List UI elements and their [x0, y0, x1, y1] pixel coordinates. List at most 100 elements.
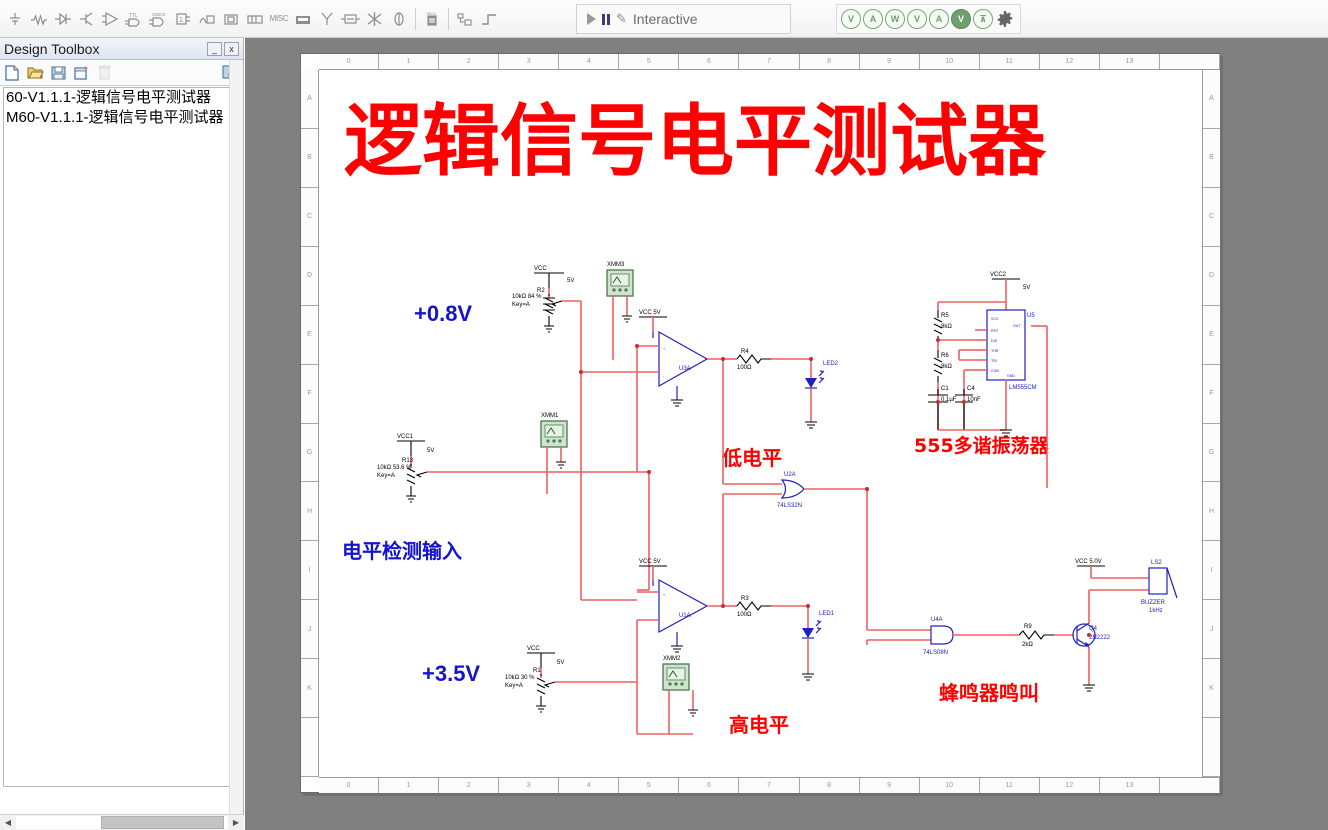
- save-icon[interactable]: [50, 64, 67, 81]
- pin-gnd: GND: [1007, 374, 1015, 378]
- ruler-h-cell-10: 10: [920, 54, 980, 69]
- circuit-diagram: .w { stroke:#f06060; stroke-width:1.6; f…: [342, 97, 1178, 737]
- ruler-h-bottom-cell-9: 9: [860, 778, 920, 793]
- delete-icon: [96, 64, 113, 81]
- advanced-peripherals-icon[interactable]: [291, 7, 315, 31]
- label-vcc1: VCC1: [397, 434, 414, 440]
- scroll-right-arrow-icon[interactable]: ▶: [228, 815, 244, 830]
- mcu-icon[interactable]: MCU: [420, 7, 444, 31]
- label-u2a-value: 74LS32N: [777, 503, 802, 509]
- label-led1: LED1: [819, 611, 835, 617]
- gear-icon[interactable]: [995, 9, 1015, 29]
- connector-icon[interactable]: [387, 7, 411, 31]
- close-button[interactable]: x: [224, 41, 239, 56]
- label-vcc-u1a: VCC 5V: [639, 559, 661, 565]
- ruler-v-right-cell-7: H: [1203, 482, 1220, 542]
- ruler-v-right-cell-8: I: [1203, 541, 1220, 601]
- ruler-v-right-cell-3: D: [1203, 247, 1220, 306]
- ruler-h-cell-7: 7: [739, 54, 800, 69]
- analog-opamp-icon[interactable]: [99, 7, 123, 31]
- transistor-icon[interactable]: [75, 7, 99, 31]
- ruler-v-cell-2: C: [301, 188, 318, 247]
- ruler-v-right-cell-2: C: [1203, 188, 1220, 247]
- rf-icon[interactable]: [315, 7, 339, 31]
- annotation-high-level: 高电平: [729, 713, 789, 737]
- label-u3a: U3A: [679, 366, 691, 372]
- ruler-h-cell-4: 4: [559, 54, 620, 69]
- panel-horizontal-scrollbar[interactable]: ◀ ▶: [0, 814, 244, 830]
- label-vcc-bottom: VCC: [527, 646, 540, 652]
- label-r2-key: Key=A: [512, 302, 530, 308]
- instrument-xmm3[interactable]: XMM2: [662, 656, 698, 734]
- ttl-icon[interactable]: TTL: [123, 7, 147, 31]
- annotation-v-high: +3.5V: [422, 661, 480, 686]
- diode-icon[interactable]: [51, 7, 75, 31]
- new-sheet-icon[interactable]: [4, 64, 21, 81]
- schematic-workspace[interactable]: 0 1 2 3 4 5 6 7 8 9 10 11 12 13 0 1 2 3 4 5 6 7 8 9 10 11 12 13 AB…: [245, 38, 1328, 830]
- differential-current-probe-icon[interactable]: A: [929, 9, 949, 29]
- horizontal-ruler-bottom: 0 1 2 3 4 5 6 7 8 9 10 11 12 13: [319, 777, 1220, 793]
- component-u2a-orgate[interactable]: U2A 74LS32N: [722, 359, 867, 606]
- open-folder-icon[interactable]: [27, 64, 44, 81]
- electromechanical-icon[interactable]: [339, 7, 363, 31]
- scroll-left-arrow-icon[interactable]: ◀: [0, 815, 16, 830]
- simulation-control[interactable]: ✎ Interactive: [576, 4, 791, 34]
- scroll-track[interactable]: [16, 816, 228, 829]
- component-u3a-opamp[interactable]: VCC 5V + - U3A: [581, 310, 727, 407]
- label-vcc-top: VCC: [534, 266, 547, 272]
- component-u1a-opamp[interactable]: VCC 5V + - U1A: [637, 559, 727, 653]
- reference-voltage-probe-icon[interactable]: V: [951, 9, 971, 29]
- instrument-xmm1[interactable]: XMM1: [540, 413, 568, 494]
- ruler-v-right-cell-9: J: [1203, 600, 1220, 660]
- panel-title-label: Design Toolbox: [4, 40, 100, 57]
- bus-icon[interactable]: [477, 7, 501, 31]
- label-xmm1: XMM1: [541, 413, 559, 419]
- design-toolbox-toolbar: [0, 60, 243, 86]
- hierarchical-block-icon[interactable]: [453, 7, 477, 31]
- schematic-canvas[interactable]: .w { stroke:#f06060; stroke-width:1.6; f…: [319, 70, 1202, 777]
- vertical-ruler-right: ABCDEFGHIJK: [1202, 70, 1220, 778]
- power-probe-icon[interactable]: W: [885, 9, 905, 29]
- minimize-button[interactable]: _: [207, 41, 222, 56]
- misc-digital-icon[interactable]: 1: [171, 7, 195, 31]
- cmos-icon[interactable]: CMOS: [147, 7, 171, 31]
- label-r3-value: 100Ω: [737, 612, 752, 618]
- svg-text:1: 1: [179, 17, 183, 24]
- new-window-icon[interactable]: [73, 64, 90, 81]
- differential-voltage-probe-icon[interactable]: V: [907, 9, 927, 29]
- indicator-icon[interactable]: [219, 7, 243, 31]
- tree-item-0[interactable]: 60-V1.1.1-逻辑信号电平测试器: [4, 88, 239, 108]
- pause-icon[interactable]: [602, 13, 610, 25]
- component-r13-potentiometer[interactable]: VCC1 5V 10kΩ 53.6 % Key=A R13: [377, 434, 649, 503]
- ruler-v-cell-5: F: [301, 365, 318, 424]
- label-vcc1-voltage: 5V: [427, 448, 434, 454]
- misc-icon[interactable]: MISC: [267, 7, 291, 31]
- component-r2-potentiometer[interactable]: VCC 5V 10kΩ 84 % Key=A R2: [512, 266, 581, 333]
- digital-probe-icon[interactable]: ⊼: [973, 9, 993, 29]
- source-icon[interactable]: [3, 7, 27, 31]
- scroll-thumb[interactable]: [100, 816, 224, 829]
- mixed-icon[interactable]: [195, 7, 219, 31]
- annotation-input-label: 电平检测输入: [342, 539, 462, 563]
- voltage-probe-icon[interactable]: V: [841, 9, 861, 29]
- tree-item-1[interactable]: M60-V1.1.1-逻辑信号电平测试器: [4, 108, 239, 128]
- component-r4-led2[interactable]: R4 100Ω LED2: [727, 349, 839, 429]
- ni-components-icon[interactable]: [363, 7, 387, 31]
- ruler-v-cell-1: B: [301, 129, 318, 188]
- panel-vertical-scrollbar[interactable]: [229, 60, 243, 830]
- schematic-sheet[interactable]: 0 1 2 3 4 5 6 7 8 9 10 11 12 13 0 1 2 3 4 5 6 7 8 9 10 11 12 13 AB…: [300, 53, 1220, 793]
- current-probe-icon[interactable]: A: [863, 9, 883, 29]
- instrument-xmm2[interactable]: XMM3: [606, 262, 634, 360]
- label-ls2-value: BUZZER: [1141, 600, 1166, 606]
- run-icon[interactable]: [587, 13, 596, 25]
- resistor-icon[interactable]: [27, 7, 51, 31]
- svg-text:-: -: [663, 374, 665, 378]
- design-tree[interactable]: 60-V1.1.1-逻辑信号电平测试器 M60-V1.1.1-逻辑信号电平测试器: [3, 87, 240, 787]
- label-u5-ref: U5: [1027, 313, 1035, 319]
- component-u4a-andgate[interactable]: U4A 74LS08N: [866, 480, 1048, 656]
- annotation-low-level: 低电平: [721, 446, 782, 470]
- label-r13-key: Key=A: [377, 473, 395, 479]
- component-r3-led1[interactable]: R3 100Ω LED1: [727, 596, 835, 681]
- power-component-icon[interactable]: [243, 7, 267, 31]
- component-buzzer-driver[interactable]: R9 2kΩ Q4 2N2222 VCC 5.0V LS2 BUZZER 1kH…: [1018, 559, 1178, 692]
